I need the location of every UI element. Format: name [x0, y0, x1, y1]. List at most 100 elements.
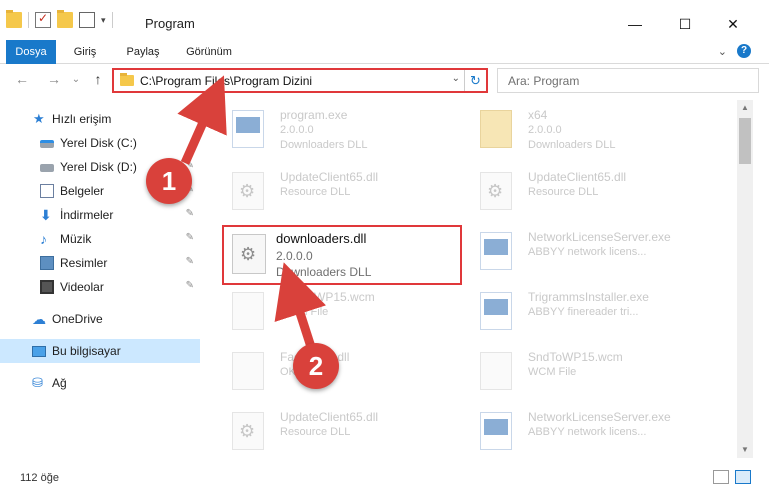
file-icon — [480, 352, 512, 390]
sidebar-item-label: Videolar — [60, 280, 104, 294]
exe-icon — [480, 232, 512, 270]
file-version: 2.0.0.0 — [280, 124, 314, 136]
sidebar-item-pictures[interactable]: Resimler ✎ — [0, 251, 200, 275]
maximize-button[interactable]: ☐ — [662, 10, 708, 38]
sidebar-item-label: Resimler — [60, 256, 108, 270]
sidebar-item-label: Yerel Disk (D:) — [60, 160, 137, 174]
music-icon: ♪ — [40, 231, 47, 247]
documents-icon — [40, 184, 54, 198]
file-item[interactable]: UpdateClient65.dll Resource DLL — [220, 404, 465, 458]
sidebar-item-onedrive[interactable]: ☁ OneDrive — [0, 307, 200, 331]
file-item[interactable]: program.exe 2.0.0.0 Downloaders DLL — [220, 102, 465, 158]
file-icon — [232, 352, 264, 390]
file-description: Downloaders DLL — [528, 139, 616, 151]
sidebar-item-network[interactable]: ⛁ Ağ — [0, 371, 200, 395]
folder-icon[interactable] — [6, 10, 22, 28]
file-description: ABBYY finereader tri... — [528, 306, 639, 318]
pin-icon[interactable]: ✎ — [186, 256, 194, 267]
step-1-badge: 1 — [146, 158, 192, 204]
tab-view[interactable]: Görünüm — [178, 40, 240, 64]
file-description: Downloaders DLL — [280, 139, 368, 151]
scrollbar-thumb[interactable] — [739, 118, 751, 164]
divider — [28, 12, 29, 28]
star-icon: ★ — [33, 111, 45, 126]
tab-share[interactable]: Paylaş — [118, 40, 168, 64]
refresh-button[interactable]: ↻ — [464, 70, 486, 91]
onedrive-icon: ☁ — [32, 311, 46, 327]
exe-icon — [480, 292, 512, 330]
new-folder-icon[interactable] — [57, 10, 73, 28]
expand-ribbon-icon[interactable]: ⌄ — [718, 45, 727, 58]
pictures-icon — [40, 256, 54, 270]
search-input[interactable]: Ara: Program — [497, 68, 759, 93]
item-count: 112 öğe — [20, 472, 59, 484]
pin-icon[interactable]: ✎ — [186, 280, 194, 291]
file-item[interactable]: x64 2.0.0.0 Downloaders DLL — [468, 102, 713, 158]
help-icon[interactable]: ? — [737, 44, 751, 58]
forward-button[interactable]: → — [44, 71, 64, 87]
properties-check-icon[interactable] — [35, 11, 51, 28]
large-icons-view-icon[interactable] — [735, 470, 751, 484]
up-button[interactable]: ↑ — [88, 71, 108, 87]
sidebar-item-label: Bu bilgisayar — [52, 344, 121, 358]
file-item[interactable]: FaceBook.dll OK — [220, 344, 465, 400]
file-icon — [232, 292, 264, 330]
file-item[interactable]: SndToWP15.wcm WCM File — [468, 344, 713, 400]
customize-icon[interactable] — [79, 12, 95, 28]
file-description: Downloaders DLL — [276, 265, 372, 279]
folder-icon — [480, 110, 512, 148]
pin-icon[interactable]: ✎ — [186, 232, 194, 243]
sidebar-item-music[interactable]: ♪ Müzik ✎ — [0, 227, 200, 251]
sidebar-item-downloads[interactable]: ⬇ İndirmeler ✎ — [0, 203, 200, 227]
file-description: WCM File — [280, 306, 329, 318]
sidebar-item-label: Belgeler — [60, 184, 105, 198]
chevron-down-icon[interactable]: ▾ — [101, 15, 106, 26]
divider — [111, 12, 113, 28]
vertical-scrollbar[interactable]: ▲ ▼ — [737, 100, 753, 458]
file-item[interactable]: SndToWP15.wcm WCM File — [220, 284, 465, 340]
file-item[interactable]: NetworkLicenseServer.exe ABBYY network l… — [468, 224, 713, 280]
tab-home[interactable]: Giriş — [62, 40, 108, 64]
network-icon: ⛁ — [32, 375, 43, 390]
tab-file[interactable]: Dosya — [6, 40, 56, 64]
window-title: Program — [145, 16, 195, 31]
address-bar[interactable]: C:\Program Files\Program Dizini ⌄ ↻ — [112, 68, 488, 93]
pin-icon[interactable]: ✎ — [186, 208, 194, 219]
this-pc-icon — [32, 346, 46, 357]
sidebar-item-label: Ağ — [52, 376, 67, 390]
sidebar-item-drive-c[interactable]: Yerel Disk (C:) — [0, 131, 200, 155]
sidebar-item-label: Hızlı erişim — [52, 112, 112, 126]
dll-gear-icon — [232, 234, 266, 274]
quick-access-toolbar: ▾ — [6, 10, 113, 28]
file-name: downloaders.dll — [276, 231, 367, 246]
file-version: 2.0.0.0 — [528, 124, 562, 136]
recent-locations-button[interactable]: ⌄ — [66, 74, 86, 85]
scroll-down-icon[interactable]: ▼ — [737, 442, 753, 458]
sidebar-item-label: Müzik — [60, 232, 92, 246]
ribbon-tabs: Dosya Giriş Paylaş Görünüm ⌄ ? — [0, 40, 769, 64]
file-name: x64 — [528, 108, 548, 122]
file-item[interactable]: UpdateClient65.dll Resource DLL — [220, 164, 465, 220]
chevron-down-icon[interactable]: ⌄ — [452, 73, 460, 84]
address-path[interactable]: C:\Program Files\Program Dizini — [140, 74, 312, 88]
file-item[interactable]: TrigrammsInstaller.exe ABBYY finereader … — [468, 284, 713, 340]
file-name: NetworkLicenseServer.exe — [528, 410, 671, 424]
details-view-icon[interactable] — [713, 470, 729, 484]
navigation-pane: ★ Hızlı erişim Yerel Disk (C:) Yerel Dis… — [0, 102, 205, 458]
close-button[interactable]: ✕ — [710, 10, 756, 38]
file-name: SndToWP15.wcm — [280, 290, 375, 304]
file-name: NetworkLicenseServer.exe — [528, 230, 671, 244]
back-button[interactable]: ← — [12, 71, 32, 87]
sidebar-item-label: OneDrive — [52, 312, 103, 326]
sidebar-item-this-pc[interactable]: Bu bilgisayar — [0, 339, 200, 363]
file-item[interactable]: NetworkLicenseServer.exe ABBYY network l… — [468, 404, 713, 458]
exe-icon — [232, 110, 264, 148]
highlighted-file-item[interactable]: downloaders.dll 2.0.0.0 Downloaders DLL — [222, 225, 462, 285]
minimize-button[interactable]: — — [612, 10, 658, 38]
file-item[interactable]: UpdateClient65.dll Resource DLL — [468, 164, 713, 220]
sidebar-item-quick-access[interactable]: ★ Hızlı erişim — [0, 107, 200, 131]
sidebar-item-videos[interactable]: Videolar ✎ — [0, 275, 200, 299]
scroll-up-icon[interactable]: ▲ — [737, 100, 753, 116]
file-description: Resource DLL — [528, 186, 599, 198]
file-description: Resource DLL — [280, 186, 351, 198]
